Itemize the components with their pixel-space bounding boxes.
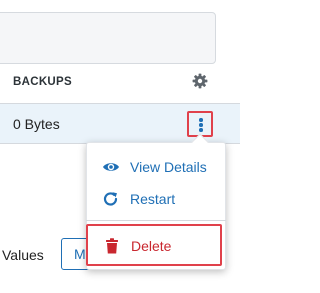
kebab-dot [199,123,203,127]
menu-item-restart[interactable]: Restart [86,183,226,215]
menu-item-label: View Details [130,159,207,175]
eye-icon [102,159,120,175]
trash-icon [105,238,123,254]
kebab-dot [199,118,203,122]
kebab-dot [199,128,203,132]
menu-item-delete[interactable]: Delete [86,224,222,266]
backup-size-cell: 0 Bytes [13,116,60,132]
restart-icon [102,191,120,207]
gear-icon[interactable] [192,73,208,89]
menu-item-view-details[interactable]: View Details [86,151,226,183]
backups-column-header: BACKUPS [13,76,72,88]
filter-panel [0,12,216,64]
values-label: Values [2,247,44,263]
menu-item-label: Delete [131,238,172,254]
menu-divider [86,220,226,221]
menu-item-label: Restart [130,191,176,207]
